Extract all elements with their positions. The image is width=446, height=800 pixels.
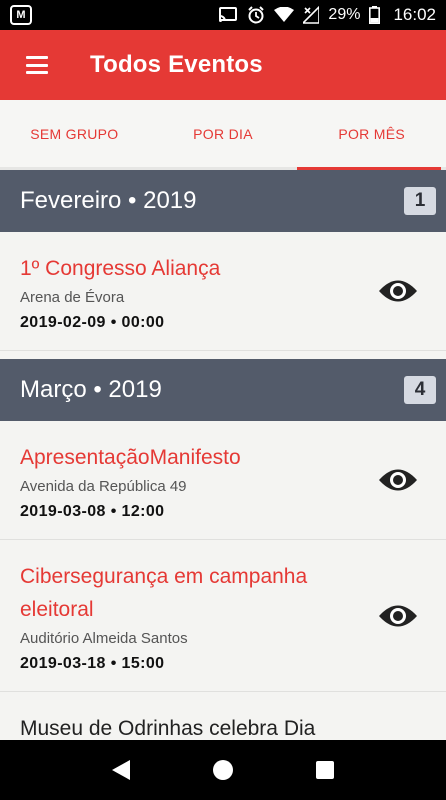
wifi-icon (274, 7, 295, 23)
event-title: Museu de Odrinhas celebra Dia (20, 717, 316, 740)
home-icon (213, 760, 233, 780)
tab-por-mes[interactable]: POR MÊS (297, 100, 446, 170)
list-item[interactable]: Cibersegurança em campanha eleitoral Aud… (0, 540, 446, 692)
group-title: Março • 2019 (20, 376, 162, 403)
event-title: 1º Congresso Aliança (20, 257, 221, 280)
page-title: Todos Eventos (90, 51, 263, 78)
event-datetime: 2019-03-08 • 12:00 (20, 503, 165, 520)
clock: 16:02 (393, 5, 436, 24)
eye-icon[interactable] (378, 601, 418, 631)
event-location: Auditório Almeida Santos (20, 630, 188, 647)
eye-icon[interactable] (378, 276, 418, 306)
group-title: Fevereiro • 2019 (20, 187, 197, 214)
cast-icon (218, 7, 238, 23)
back-button[interactable] (101, 750, 141, 790)
recents-button[interactable] (305, 750, 345, 790)
list-item[interactable]: Museu de Odrinhas celebra Dia (0, 692, 446, 740)
event-title: Cibersegurança em campanha eleitoral (20, 565, 308, 621)
group-count-badge: 4 (404, 376, 436, 404)
group-header: Março • 2019 4 (0, 359, 446, 421)
tab-bar: SEM GRUPO POR DIA POR MÊS (0, 100, 446, 170)
recents-icon (316, 761, 334, 779)
group-count-badge: 1 (404, 187, 436, 215)
home-button[interactable] (203, 750, 243, 790)
event-location: Avenida da República 49 (20, 478, 187, 495)
app-notification-icon: M (10, 5, 32, 25)
event-datetime: 2019-02-09 • 00:00 (20, 314, 165, 331)
alarm-icon (247, 6, 265, 24)
event-title: ApresentaçãoManifesto (20, 446, 241, 469)
event-location: Arena de Évora (20, 289, 125, 306)
group-header: Fevereiro • 2019 1 (0, 170, 446, 232)
menu-button[interactable] (0, 30, 74, 100)
eye-icon[interactable] (378, 465, 418, 495)
list-item[interactable]: 1º Congresso Aliança Arena de Évora 2019… (0, 232, 446, 351)
hamburger-menu-icon (26, 56, 48, 74)
back-icon (112, 760, 130, 780)
status-bar: M 29% 16:02 (0, 0, 446, 30)
event-datetime: 2019-03-18 • 15:00 (20, 655, 165, 672)
battery-percentage: 29% (328, 6, 361, 23)
tab-por-dia[interactable]: POR DIA (149, 100, 298, 167)
battery-icon (369, 6, 381, 24)
tab-sem-grupo[interactable]: SEM GRUPO (0, 100, 149, 167)
system-nav-bar (0, 740, 446, 800)
app-bar: Todos Eventos (0, 30, 446, 100)
list-item[interactable]: ApresentaçãoManifesto Avenida da Repúbli… (0, 421, 446, 540)
event-list[interactable]: Fevereiro • 2019 1 1º Congresso Aliança … (0, 170, 446, 740)
signal-icon (303, 6, 320, 24)
